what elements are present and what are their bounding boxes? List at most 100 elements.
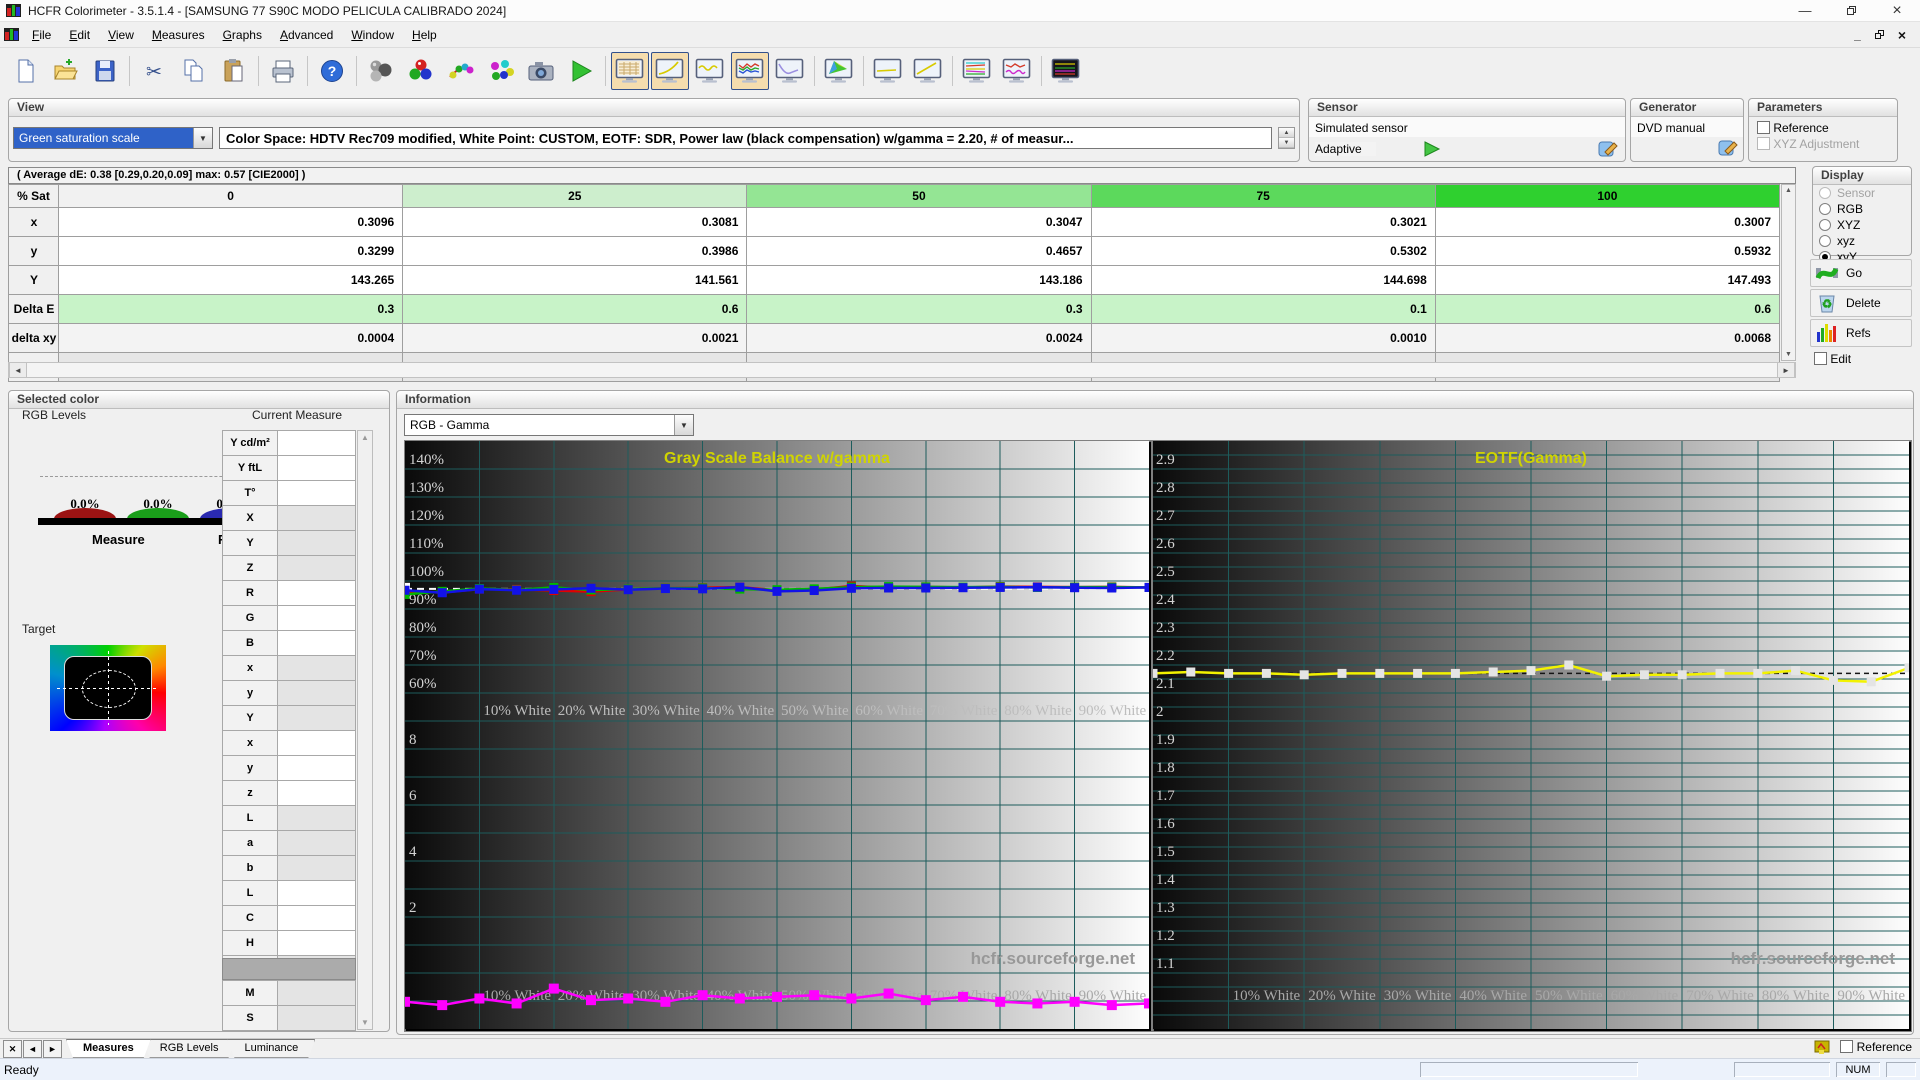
cm-row-value[interactable]: [277, 830, 356, 856]
measure-cell[interactable]: 0.3299: [58, 236, 404, 266]
snapshot-icon[interactable]: [522, 52, 560, 90]
measure-saturations-icon[interactable]: [442, 52, 480, 90]
measure-cell[interactable]: 0.3: [58, 294, 404, 324]
current-measure-scrollbar[interactable]: ▲ ▼: [357, 430, 373, 1030]
tab-prev-button[interactable]: ◄: [23, 1040, 42, 1058]
sensor-config-icon[interactable]: [362, 52, 400, 90]
cut-icon[interactable]: ✂: [135, 52, 173, 90]
cm-row-value[interactable]: [277, 880, 356, 906]
reference-checkbox[interactable]: [1757, 121, 1770, 134]
measure-cell[interactable]: 0.3096: [58, 207, 404, 237]
cm-row-value[interactable]: [277, 605, 356, 631]
measure-cell[interactable]: 0.6: [402, 294, 748, 324]
cm-row-value[interactable]: [277, 780, 356, 806]
cm-row-value[interactable]: [277, 930, 356, 956]
mdi-close-button[interactable]: ×: [1898, 27, 1906, 43]
menu-window[interactable]: Window: [342, 24, 403, 46]
spin-up-icon[interactable]: ▲: [1279, 128, 1294, 138]
scale-selector[interactable]: Green saturation scale ▼: [13, 127, 213, 149]
tab-rgb-levels[interactable]: RGB Levels: [143, 1039, 236, 1058]
radio-icon[interactable]: [1819, 235, 1831, 247]
cm-row-value[interactable]: [277, 530, 356, 556]
cm-row-value[interactable]: [277, 1005, 356, 1031]
print-icon[interactable]: [264, 52, 302, 90]
measure-cell[interactable]: 0.0068: [1434, 323, 1781, 353]
minimize-button[interactable]: —: [1782, 0, 1828, 21]
cm-row-value[interactable]: [277, 755, 356, 781]
measure-cell[interactable]: 0.3021: [1090, 207, 1436, 237]
cm-row-value[interactable]: [277, 630, 356, 656]
measure-cell[interactable]: 143.265: [58, 265, 404, 295]
run-measures-icon[interactable]: [562, 52, 600, 90]
view-rgb-levels-icon[interactable]: [731, 52, 769, 90]
edit-toggle[interactable]: Edit: [1814, 352, 1851, 366]
measure-cell[interactable]: 144.698: [1090, 265, 1436, 295]
menu-edit[interactable]: Edit: [60, 24, 99, 46]
cm-row-value[interactable]: [277, 680, 356, 706]
display-option-xyz[interactable]: xyz: [1813, 233, 1911, 249]
go-button[interactable]: Go: [1810, 259, 1912, 287]
display-option-rgb[interactable]: RGB: [1813, 201, 1911, 217]
measure-cell[interactable]: 0.0010: [1090, 323, 1436, 353]
statusbar-reference-checkbox[interactable]: [1840, 1040, 1854, 1053]
measure-cell[interactable]: 0.5932: [1434, 236, 1781, 266]
measure-cell[interactable]: 147.493: [1434, 265, 1781, 295]
mdi-restore-button[interactable]: [1874, 30, 1884, 39]
menu-graphs[interactable]: Graphs: [214, 24, 271, 46]
graph-selector[interactable]: RGB - Gamma ▼: [404, 414, 694, 436]
measure-cell[interactable]: 141.561: [402, 265, 748, 295]
measures-horizontal-scrollbar[interactable]: ◄ ►: [8, 362, 1796, 378]
measure-cell[interactable]: 0.6: [1434, 294, 1781, 324]
save-file-icon[interactable]: [86, 52, 124, 90]
refs-button[interactable]: Refs: [1810, 319, 1912, 347]
cm-row-value[interactable]: [277, 505, 356, 531]
about-icon[interactable]: ?: [313, 52, 351, 90]
measure-cell[interactable]: 0.3: [746, 294, 1092, 324]
scroll-up-icon[interactable]: ▲: [1785, 187, 1792, 194]
tab-next-button[interactable]: ►: [43, 1040, 62, 1058]
menu-view[interactable]: View: [99, 24, 143, 46]
view-satlum-icon[interactable]: [998, 52, 1036, 90]
cm-row-value[interactable]: [277, 730, 356, 756]
measure-cell[interactable]: 0.1: [1090, 294, 1436, 324]
cm-row-value[interactable]: [277, 480, 356, 506]
cm-row-value[interactable]: [277, 805, 356, 831]
info-spinner[interactable]: ▲ ▼: [1278, 127, 1295, 149]
close-button[interactable]: ×: [1874, 0, 1920, 21]
tab-measures[interactable]: Measures: [66, 1039, 151, 1058]
measure-cell[interactable]: 0.3081: [402, 207, 748, 237]
measure-cell[interactable]: 0.5302: [1090, 236, 1436, 266]
measures-vertical-scrollbar[interactable]: ▲ ▼: [1781, 184, 1796, 361]
scroll-down-icon[interactable]: ▼: [1785, 351, 1792, 358]
measure-cell[interactable]: 0.0004: [58, 323, 404, 353]
measure-cell[interactable]: 0.3986: [402, 236, 748, 266]
measure-grayscale-icon[interactable]: [402, 52, 440, 90]
cm-row-value[interactable]: [277, 430, 356, 456]
paste-icon[interactable]: [215, 52, 253, 90]
measure-cell[interactable]: 0.3007: [1434, 207, 1781, 237]
view-measures-table-icon[interactable]: [611, 52, 649, 90]
tab-luminance[interactable]: Luminance: [227, 1039, 315, 1058]
measure-cell[interactable]: 0.0021: [402, 323, 748, 353]
cm-row-value[interactable]: [277, 705, 356, 731]
mdi-minimize-button[interactable]: _: [1854, 28, 1861, 42]
new-file-icon[interactable]: [6, 52, 44, 90]
measure-cell[interactable]: 0.0024: [746, 323, 1092, 353]
radio-icon[interactable]: [1819, 203, 1831, 215]
menu-file[interactable]: File: [23, 24, 60, 46]
display-option-xyz[interactable]: XYZ: [1813, 217, 1911, 233]
open-file-icon[interactable]: [46, 52, 84, 90]
cm-row-value[interactable]: [277, 855, 356, 881]
scroll-up-icon[interactable]: ▲: [361, 433, 369, 442]
sensor-config-icon[interactable]: [1597, 139, 1619, 159]
spin-down-icon[interactable]: ▼: [1279, 138, 1294, 148]
generator-config-icon[interactable]: [1717, 138, 1739, 158]
cm-row-value[interactable]: [277, 980, 356, 1006]
copy-icon[interactable]: [175, 52, 213, 90]
view-gamma-icon[interactable]: [651, 52, 689, 90]
chevron-down-icon[interactable]: ▼: [193, 128, 212, 148]
measure-cell[interactable]: 0.3047: [746, 207, 1092, 237]
view-rgb-wave-icon[interactable]: [691, 52, 729, 90]
chevron-down-icon[interactable]: ▼: [674, 415, 693, 435]
scroll-left-icon[interactable]: ◄: [9, 362, 27, 378]
